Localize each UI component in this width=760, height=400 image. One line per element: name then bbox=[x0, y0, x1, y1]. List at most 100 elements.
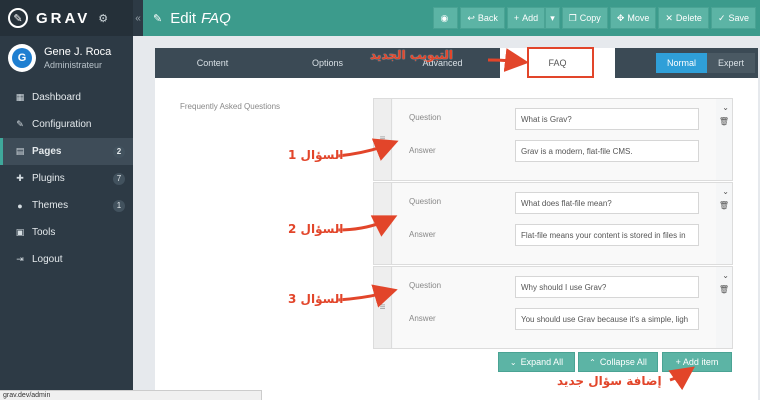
collapse-toggle-icon[interactable]: ⌄ bbox=[722, 187, 729, 196]
answer-input[interactable]: Flat-file means your content is stored i… bbox=[515, 224, 699, 246]
question-input[interactable]: What is Grav? bbox=[515, 108, 699, 130]
annotation-q2: السؤال 2 bbox=[288, 222, 344, 236]
pencil-icon: ✎ bbox=[153, 12, 163, 25]
dashboard-icon: ▦ bbox=[15, 92, 25, 102]
move-button[interactable]: ✥ Move bbox=[609, 7, 657, 29]
faq-item: ≡ Question Why should I use Grav? Answer You… bbox=[373, 266, 733, 349]
gear-icon[interactable]: ⚙ bbox=[98, 12, 108, 25]
answer-input[interactable]: You should use Grav because it's a simpl… bbox=[515, 308, 699, 330]
sidebar-nav: ▦ Dashboard ✎ Configuration ▤ Pages 2 ✚ Plugins 7… bbox=[0, 84, 133, 273]
logout-icon: ⇥ bbox=[16, 254, 24, 264]
check-icon: ✓ bbox=[717, 12, 726, 23]
faq-item-fields: Question Why should I use Grav? Answer You … bbox=[393, 267, 716, 348]
collapse-toggle-icon[interactable]: ⌄ bbox=[722, 271, 729, 280]
move-label: Move bbox=[627, 13, 650, 23]
caret-down-icon: ▾ bbox=[550, 12, 555, 23]
avatar-letter: G bbox=[12, 48, 32, 68]
drag-handle-icon[interactable]: ≡ bbox=[374, 99, 392, 180]
collapse-all-label: Collapse All bbox=[599, 357, 647, 367]
collapse-all-button[interactable]: ⌃ Collapse All bbox=[578, 352, 658, 372]
avatar[interactable]: G bbox=[8, 44, 36, 72]
sidebar: ✎ GRAV ⚙ G Gene J. Roca Administrateur ▦… bbox=[0, 0, 133, 400]
sidebar-item-configuration[interactable]: ✎ Configuration bbox=[0, 111, 133, 138]
tabs-bar: Content Options Advanced FAQ Normal Expe… bbox=[155, 48, 758, 78]
add-button[interactable]: + Add bbox=[506, 7, 546, 29]
user-panel[interactable]: G Gene J. Roca Administrateur bbox=[0, 36, 133, 80]
back-button[interactable]: ↩ Back bbox=[460, 7, 505, 29]
save-button[interactable]: ✓ Save bbox=[710, 7, 756, 29]
save-label: Save bbox=[728, 13, 749, 23]
add-label: Add bbox=[522, 13, 539, 23]
question-label: Question bbox=[409, 281, 442, 290]
drag-handle-icon[interactable]: ≡ bbox=[374, 183, 392, 264]
app-window: ✎ GRAV ⚙ G Gene J. Roca Administrateur ▦… bbox=[0, 0, 760, 400]
page-header: ✎ Edit FAQ ◉ ↩ Back + Add ▾ ❐ Copy ✥ Move ✕ D… bbox=[143, 0, 760, 36]
sidebar-item-themes[interactable]: ● Themes 1 bbox=[0, 192, 133, 219]
sidebar-item-plugins[interactable]: ✚ Plugins 7 bbox=[0, 165, 133, 192]
page-title-prefix: Edit bbox=[170, 9, 197, 27]
plug-icon: ✚ bbox=[16, 173, 24, 183]
annotation-new-tab: التبويب الجديد bbox=[370, 48, 453, 62]
copy-label: Copy bbox=[579, 13, 601, 23]
file-icon: ▤ bbox=[15, 146, 25, 156]
answer-label: Answer bbox=[409, 314, 436, 323]
trash-icon[interactable]: 🗑 bbox=[719, 285, 729, 294]
add-item-button[interactable]: + Add item bbox=[662, 352, 732, 372]
sidebar-collapse-icon[interactable]: « bbox=[133, 0, 143, 36]
trash-icon[interactable]: 🗑 bbox=[719, 201, 729, 210]
chevron-up-circle-icon: ⌃ bbox=[589, 357, 596, 367]
preview-button[interactable]: ◉ bbox=[433, 7, 459, 29]
answer-label: Answer bbox=[409, 230, 436, 239]
faq-item: ≡ Question What is Grav? Answer Grav is a mo… bbox=[373, 98, 733, 181]
add-dropdown-button[interactable]: ▾ bbox=[545, 7, 560, 29]
section-label: Frequently Asked Questions bbox=[180, 102, 281, 111]
mode-expert-button[interactable]: Expert bbox=[707, 53, 755, 73]
mode-normal-button[interactable]: Normal bbox=[656, 53, 707, 73]
drop-icon: ● bbox=[17, 200, 23, 211]
page-title: ✎ Edit FAQ bbox=[153, 10, 231, 27]
sidebar-item-dashboard[interactable]: ▦ Dashboard bbox=[0, 84, 133, 111]
count-badge: 2 bbox=[113, 145, 125, 158]
copy-button[interactable]: ❐ Copy bbox=[561, 7, 608, 29]
page-title-name: FAQ bbox=[201, 9, 231, 27]
close-icon: ✕ bbox=[665, 12, 673, 23]
sidebar-item-tools[interactable]: ▣ Tools bbox=[0, 219, 133, 246]
annotation-q1: السؤال 1 bbox=[288, 148, 344, 162]
expand-all-label: Expand All bbox=[520, 357, 564, 367]
sidebar-item-label: Themes bbox=[32, 200, 69, 211]
reply-icon: ↩ bbox=[467, 12, 475, 23]
faq-item: ≡ Question What does flat-file mean? Answer… bbox=[373, 182, 733, 265]
logo-bar: ✎ GRAV ⚙ bbox=[0, 0, 133, 36]
answer-input[interactable]: Grav is a modern, flat-file CMS. bbox=[515, 140, 699, 162]
briefcase-icon: ▣ bbox=[15, 227, 25, 237]
sidebar-item-pages[interactable]: ▤ Pages 2 bbox=[0, 138, 133, 165]
toolbar: ◉ ↩ Back + Add ▾ ❐ Copy ✥ Move ✕ Delete ✓ Save bbox=[431, 7, 756, 29]
sidebar-item-label: Plugins bbox=[32, 173, 65, 184]
copy-icon: ❐ bbox=[568, 12, 577, 23]
sidebar-item-label: Dashboard bbox=[32, 92, 81, 103]
count-badge: 1 bbox=[113, 199, 125, 212]
count-badge: 7 bbox=[113, 172, 125, 185]
wrench-icon: ✎ bbox=[16, 119, 24, 129]
plus-icon: + bbox=[513, 13, 520, 23]
grav-logo-icon[interactable]: ✎ bbox=[8, 8, 28, 28]
collapse-toggle-icon[interactable]: ⌄ bbox=[722, 103, 729, 112]
trash-icon[interactable]: 🗑 bbox=[719, 117, 729, 126]
faq-item-fields: Question What is Grav? Answer Grav is a mod… bbox=[393, 99, 716, 180]
sidebar-item-logout[interactable]: ⇥ Logout bbox=[0, 246, 133, 273]
delete-label: Delete bbox=[675, 13, 702, 23]
question-label: Question bbox=[409, 113, 442, 122]
annotation-q3: السؤال 3 bbox=[288, 292, 344, 306]
delete-button[interactable]: ✕ Delete bbox=[658, 7, 709, 29]
question-label: Question bbox=[409, 197, 442, 206]
drag-handle-icon[interactable]: ≡ bbox=[374, 267, 392, 348]
back-label: Back bbox=[477, 13, 498, 23]
expand-all-button[interactable]: ⌄ Expand All bbox=[498, 352, 575, 372]
tab-options[interactable]: Options bbox=[270, 48, 385, 78]
brand-name: GRAV bbox=[36, 9, 91, 27]
question-input[interactable]: What does flat-file mean? bbox=[515, 192, 699, 214]
tab-content[interactable]: Content bbox=[155, 48, 270, 78]
answer-label: Answer bbox=[409, 146, 436, 155]
sidebar-item-label: Configuration bbox=[32, 119, 92, 130]
question-input[interactable]: Why should I use Grav? bbox=[515, 276, 699, 298]
